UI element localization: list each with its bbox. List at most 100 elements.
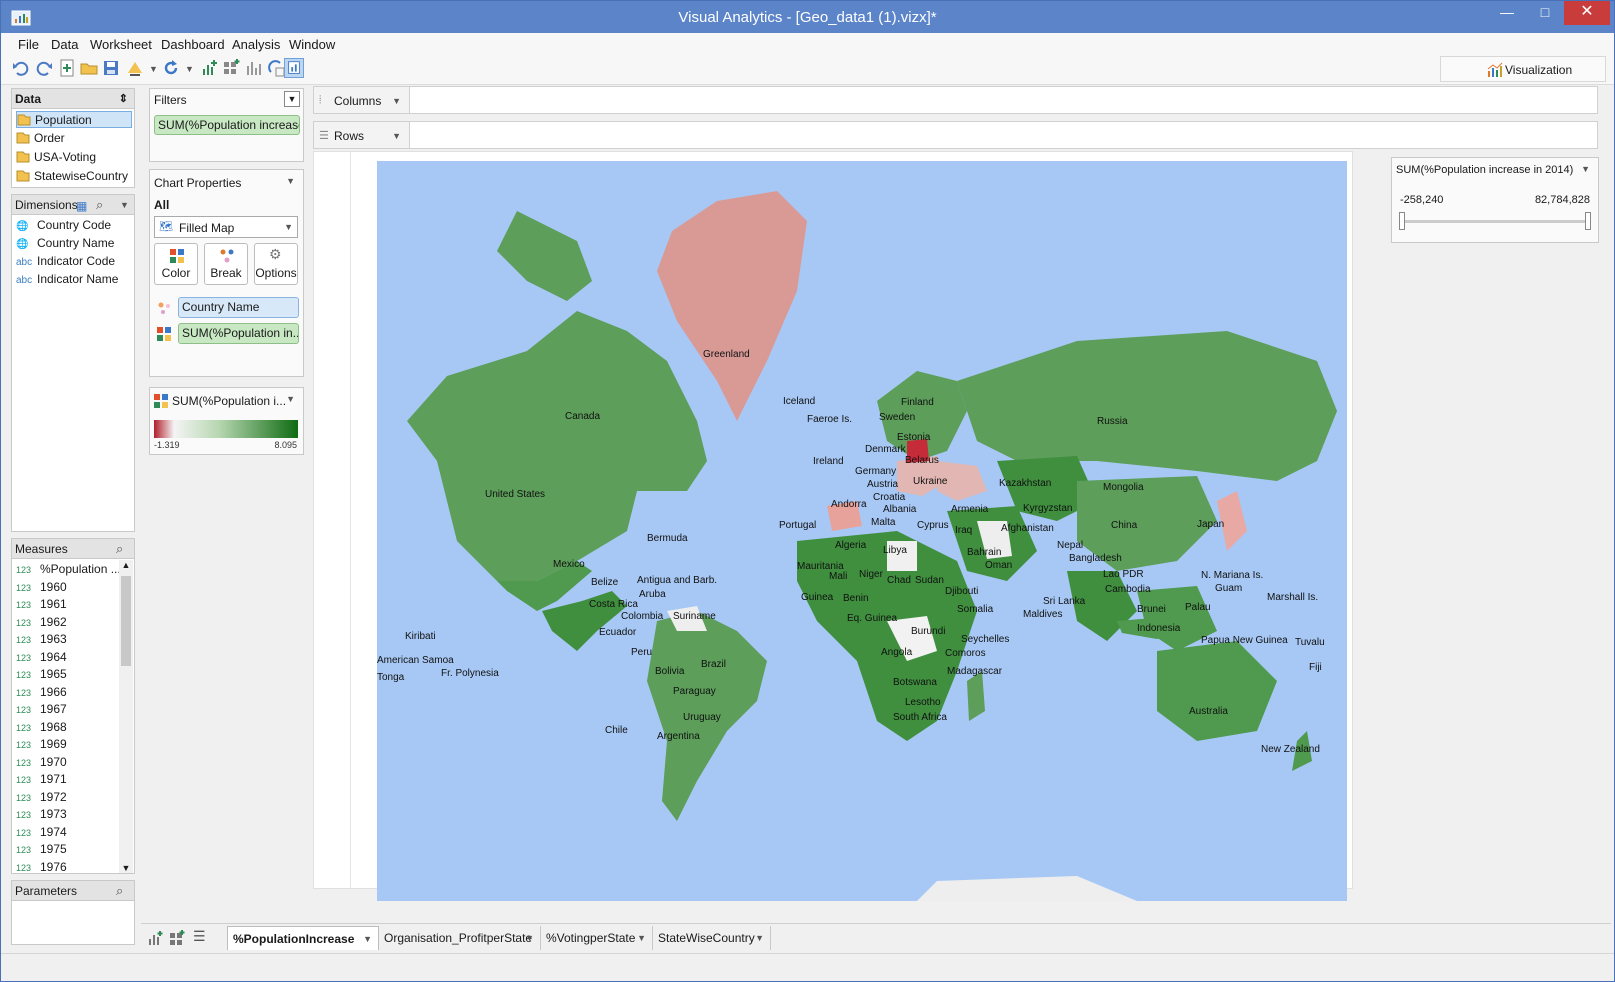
measure-year[interactable]: 123 1962	[16, 614, 67, 631]
data-panel-title: Data ⇕	[12, 89, 134, 109]
swap-icon[interactable]	[266, 58, 286, 78]
close-button[interactable]: ✕	[1564, 1, 1610, 25]
break-field-pill[interactable]: Country Name	[178, 297, 299, 318]
data-panel-sort-icon[interactable]: ⇕	[119, 89, 128, 109]
refresh-dropdown-icon[interactable]: ▼	[185, 64, 194, 74]
new-dashboard-icon[interactable]	[169, 930, 185, 946]
sheet-list-icon[interactable]: ☰	[193, 928, 206, 945]
measure-year[interactable]: 123 1972	[16, 789, 67, 806]
map-label: Cambodia	[1105, 584, 1151, 595]
filter-pill-population[interactable]: SUM(%Population increase...	[154, 115, 300, 135]
new-dashboard-icon[interactable]	[221, 58, 241, 78]
save-icon[interactable]	[101, 58, 121, 78]
options-button[interactable]: ⚙ Options	[254, 243, 298, 285]
measures-scrollbar[interactable]: ▲ ▼	[119, 560, 133, 873]
search-icon[interactable]: ⌕	[96, 195, 103, 215]
range-slider-max-handle[interactable]	[1585, 212, 1591, 230]
measure-year[interactable]: 123 1963	[16, 631, 67, 648]
columns-shelf[interactable]: Columns ▼ ⦙	[313, 86, 1598, 114]
color-field-pill[interactable]: SUM(%Population in...	[178, 323, 299, 344]
measure-year[interactable]: 123 1975	[16, 841, 67, 858]
measure-label: 1976	[40, 859, 67, 874]
measure-year[interactable]: 123 1970	[16, 754, 67, 771]
measure-year[interactable]: 123 1976	[16, 859, 67, 876]
data-prep-dropdown-icon[interactable]: ▼	[149, 64, 158, 74]
datasource-usa-voting[interactable]: USA-Voting	[16, 149, 96, 166]
datasource-population[interactable]: Population	[16, 111, 132, 128]
data-prep-icon[interactable]	[125, 58, 145, 78]
redo-icon[interactable]	[34, 58, 54, 78]
table-view-icon[interactable]: ▦	[76, 196, 87, 216]
new-file-icon[interactable]	[57, 58, 77, 78]
search-icon[interactable]: ⌕	[116, 539, 123, 559]
color-field-icon	[157, 327, 171, 341]
menu-file[interactable]: File	[18, 37, 39, 52]
measure-year[interactable]: 123 1964	[16, 649, 67, 666]
minimize-button[interactable]: —	[1488, 1, 1526, 25]
measure-year[interactable]: 123 1971	[16, 771, 67, 788]
datasource-order[interactable]: Order	[16, 130, 65, 147]
new-worksheet-icon[interactable]	[147, 930, 163, 946]
tab-voting-per-state[interactable]: %VotingperState ▼	[541, 926, 653, 950]
open-folder-icon[interactable]	[79, 58, 99, 78]
refresh-icon[interactable]	[161, 58, 181, 78]
presentation-icon[interactable]	[284, 58, 304, 78]
menu-window[interactable]: Window	[289, 37, 335, 52]
scroll-up-icon[interactable]: ▲	[119, 560, 133, 570]
filled-map[interactable]: Greenland Canada United States Bermuda Mexic…	[377, 161, 1347, 901]
measure-year[interactable]: 123 1969	[16, 736, 67, 753]
tab-population-increase[interactable]: %PopulationIncrease ▼	[227, 926, 379, 950]
legend-dropdown-icon[interactable]: ▼	[286, 394, 295, 404]
menu-analysis[interactable]: Analysis	[232, 37, 280, 52]
measure-year[interactable]: 123 1965	[16, 666, 67, 683]
measure-population-increase[interactable]: 123 %Population ...	[16, 561, 121, 578]
menu-dashboard[interactable]: Dashboard	[161, 37, 225, 52]
dimensions-menu-icon[interactable]: ▼	[120, 195, 129, 215]
undo-icon[interactable]	[11, 58, 31, 78]
measure-label: 1972	[40, 789, 67, 804]
numeric-type-icon: 123	[16, 792, 32, 803]
dimension-country-name[interactable]: 🌐 Country Name	[16, 235, 114, 252]
dimension-indicator-name[interactable]: abc Indicator Name	[16, 271, 118, 288]
measure-year[interactable]: 123 1968	[16, 719, 67, 736]
map-label: Croatia	[873, 492, 906, 503]
map-label: Benin	[843, 593, 869, 604]
map-label: Brunei	[1137, 604, 1166, 615]
measure-year[interactable]: 123 1961	[16, 596, 67, 613]
map-label: Ukraine	[913, 476, 948, 487]
measure-label: 1973	[40, 807, 67, 821]
datasource-statewisecountry[interactable]: StatewiseCountry	[16, 168, 128, 185]
tab-statewise-country[interactable]: StateWiseCountry ▼	[653, 926, 771, 950]
dimension-indicator-code[interactable]: abc Indicator Code	[16, 253, 115, 270]
visualization-button[interactable]: Visualization	[1440, 56, 1606, 82]
measure-year[interactable]: 123 1967	[16, 701, 67, 718]
filters-dropdown-icon[interactable]: ▼	[284, 91, 300, 107]
range-slider-min-handle[interactable]	[1399, 212, 1405, 230]
maximize-button[interactable]: □	[1526, 1, 1564, 25]
new-worksheet-icon[interactable]	[199, 58, 219, 78]
menu-worksheet[interactable]: Worksheet	[90, 37, 152, 52]
parameters-header: Parameters ⌕	[12, 881, 134, 901]
break-button[interactable]: Break	[204, 243, 248, 285]
rows-shelf[interactable]: Rows ▼ ☰	[313, 121, 1598, 149]
search-icon[interactable]: ⌕	[116, 881, 123, 901]
measure-year[interactable]: 123 1966	[16, 684, 67, 701]
map-label: Algeria	[835, 540, 867, 551]
filter-card-dropdown-icon[interactable]: ▼	[1581, 164, 1590, 174]
measure-year[interactable]: 123 1974	[16, 824, 67, 841]
tab-organisation-profit[interactable]: Organisation_ProfitperState ▼	[379, 926, 541, 950]
chart-icon[interactable]	[243, 58, 263, 78]
chart-properties-dropdown-icon[interactable]: ▼	[286, 176, 295, 186]
chart-scope-all[interactable]: All	[154, 198, 169, 212]
scroll-down-icon[interactable]: ▼	[119, 863, 133, 873]
dimension-country-code[interactable]: 🌐 Country Code	[16, 217, 111, 234]
measure-year[interactable]: 123 1960	[16, 579, 67, 596]
chart-type-select[interactable]: 🗺 Filled Map ▼	[154, 216, 298, 238]
menu-data[interactable]: Data	[51, 37, 78, 52]
measure-year[interactable]: 123 1973	[16, 806, 67, 823]
color-button[interactable]: Color	[154, 243, 198, 285]
legend-max: 8.095	[274, 440, 297, 450]
range-slider-track[interactable]	[1402, 220, 1590, 223]
scroll-thumb[interactable]	[121, 576, 131, 666]
data-panel: Data ⇕ Population Order USA-Voting Statew…	[11, 88, 135, 188]
